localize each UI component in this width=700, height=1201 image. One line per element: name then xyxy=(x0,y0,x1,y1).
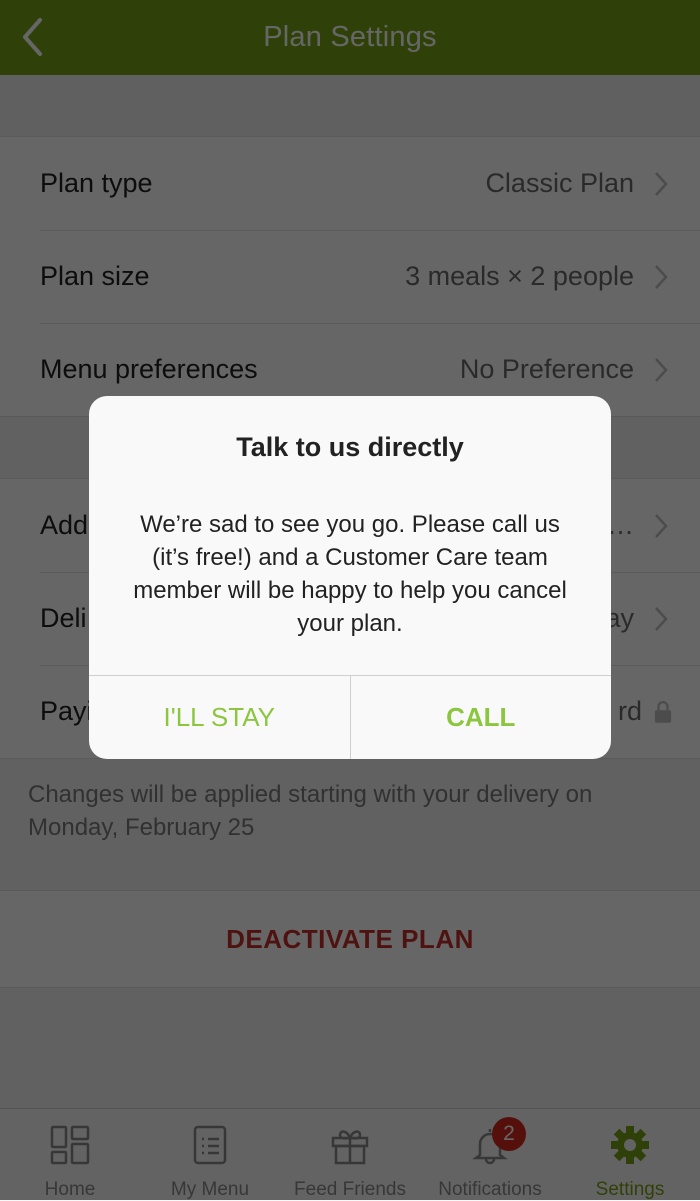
ill-stay-button[interactable]: I'LL STAY xyxy=(89,676,350,759)
talk-to-us-dialog: Talk to us directly We’re sad to see you… xyxy=(89,396,611,759)
call-button[interactable]: CALL xyxy=(349,676,612,759)
dialog-message: We’re sad to see you go. Please call us … xyxy=(133,511,567,637)
dialog-title: Talk to us directly xyxy=(236,432,464,462)
dialog-actions: I'LL STAY CALL xyxy=(89,675,611,759)
